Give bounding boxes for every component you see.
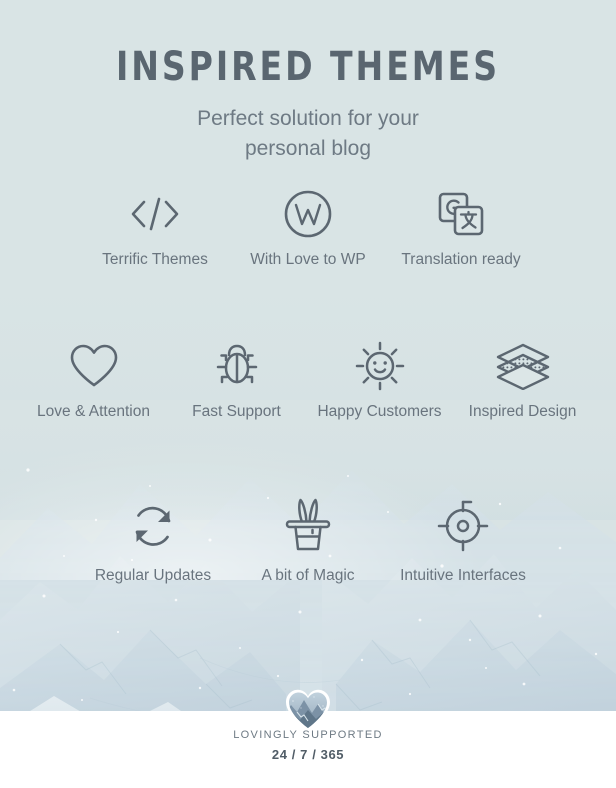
feature-terrific-themes[interactable]: Terrific Themes xyxy=(79,186,232,270)
uptime-label: 24 / 7 / 365 xyxy=(271,747,345,762)
feature-fast-support[interactable]: Fast Support xyxy=(165,338,308,422)
page-subtitle: Perfect solution for your personal blog xyxy=(0,104,616,164)
feature-regular-updates[interactable]: Regular Updates xyxy=(76,498,231,586)
feature-label: Terrific Themes xyxy=(102,251,208,268)
magic-hat-rabbit-icon xyxy=(279,498,337,554)
promo-page: INSPIRED THEMES Perfect solution for you… xyxy=(0,0,616,788)
code-brackets-icon xyxy=(127,186,183,242)
layers-icon xyxy=(494,338,552,394)
subtitle-line-2: personal blog xyxy=(244,137,372,160)
feature-label: Love & Attention xyxy=(37,403,150,420)
feature-label: Inspired Design xyxy=(468,403,577,420)
feature-row-2: Love & Attention Fast Support Happy Cust… xyxy=(0,338,616,422)
google-translate-icon xyxy=(434,186,488,242)
crosshair-target-icon xyxy=(435,498,491,554)
wordpress-icon xyxy=(282,186,334,242)
footer-text: LOVINGLY SUPPORTED 24 / 7 / 365 xyxy=(0,729,616,762)
feature-love-attention[interactable]: Love & Attention xyxy=(22,338,165,422)
heart-photo-logo-icon xyxy=(283,686,333,732)
feature-with-love-to-wp[interactable]: With Love to WP xyxy=(232,186,385,270)
lovingly-supported-label: LOVINGLY SUPPORTED xyxy=(233,729,383,741)
feature-label: Translation ready xyxy=(401,251,521,268)
feature-inspired-design[interactable]: Inspired Design xyxy=(451,338,594,422)
feature-label: Happy Customers xyxy=(317,403,442,420)
feature-intuitive-interfaces[interactable]: Intuitive Interfaces xyxy=(386,498,541,586)
feature-label: Regular Updates xyxy=(94,567,212,584)
refresh-arrows-icon xyxy=(126,498,180,554)
subtitle-line-1: Perfect solution for your xyxy=(197,107,419,130)
page-content: INSPIRED THEMES Perfect solution for you… xyxy=(0,0,616,788)
page-title: INSPIRED THEMES xyxy=(115,44,501,90)
feature-row-1: Terrific Themes With Love to WP Translat… xyxy=(0,186,616,270)
smiling-sun-icon xyxy=(353,338,407,394)
feature-label: With Love to WP xyxy=(250,251,366,268)
feature-label: Fast Support xyxy=(192,403,281,420)
heart-outline-icon xyxy=(67,338,121,394)
feature-happy-customers[interactable]: Happy Customers xyxy=(308,338,451,422)
feature-label: Intuitive Interfaces xyxy=(400,567,526,584)
feature-translation-ready[interactable]: Translation ready xyxy=(385,186,538,270)
feature-label: A bit of Magic xyxy=(261,567,355,584)
bug-icon xyxy=(211,338,263,394)
feature-a-bit-of-magic[interactable]: A bit of Magic xyxy=(231,498,386,586)
feature-row-3: Regular Updates A bit of Magic Intuitive… xyxy=(0,498,616,586)
